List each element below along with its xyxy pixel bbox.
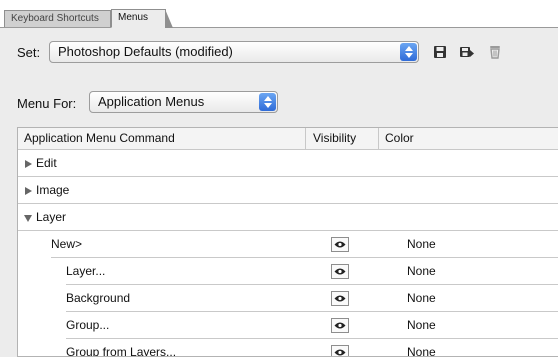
row-name: Layer xyxy=(36,210,67,224)
row-color[interactable]: None xyxy=(407,339,436,356)
disclosure-collapsed-icon[interactable] xyxy=(25,187,32,195)
table-header: Application Menu Command Visibility Colo… xyxy=(18,128,558,150)
save-set-icon[interactable] xyxy=(432,44,448,60)
disclosure-collapsed-icon[interactable] xyxy=(25,160,32,168)
set-label: Set: xyxy=(17,45,41,60)
table-row-layer-dialog[interactable]: Layer... None xyxy=(18,258,558,285)
table-row-group[interactable]: Group... None xyxy=(18,312,558,339)
dropdown-arrows-icon xyxy=(400,43,417,61)
row-name: Image xyxy=(36,183,70,197)
eye-icon xyxy=(334,295,346,302)
row-color[interactable]: None xyxy=(407,258,436,285)
visibility-toggle[interactable] xyxy=(331,345,349,356)
header-command[interactable]: Application Menu Command xyxy=(24,128,175,149)
tab-menus[interactable]: Menus xyxy=(111,9,173,28)
column-divider xyxy=(378,128,379,149)
eye-icon xyxy=(334,349,346,356)
row-color[interactable]: None xyxy=(407,285,436,312)
column-divider xyxy=(305,128,306,149)
visibility-toggle[interactable] xyxy=(331,291,349,306)
visibility-toggle[interactable] xyxy=(331,264,349,279)
table-row-background[interactable]: Background None xyxy=(18,285,558,312)
disclosure-expanded-icon[interactable] xyxy=(24,215,32,222)
dropdown-arrows-icon xyxy=(259,93,276,111)
save-set-as-icon[interactable] xyxy=(459,44,475,60)
row-name: Edit xyxy=(36,156,57,170)
row-name: Layer... xyxy=(66,264,106,278)
menu-for-label: Menu For: xyxy=(17,96,77,111)
row-name: Background xyxy=(66,291,131,305)
menu-command-table: Application Menu Command Visibility Colo… xyxy=(17,127,558,357)
eye-icon xyxy=(334,268,346,275)
set-dropdown-value: Photoshop Defaults (modified) xyxy=(58,44,233,59)
row-color[interactable]: None xyxy=(407,231,436,258)
header-color[interactable]: Color xyxy=(385,128,414,149)
visibility-toggle[interactable] xyxy=(331,237,349,252)
row-name: Group from Layers... xyxy=(66,345,177,357)
set-dropdown[interactable]: Photoshop Defaults (modified) xyxy=(49,41,419,63)
header-visibility[interactable]: Visibility xyxy=(313,128,356,149)
menu-for-dropdown-value: Application Menus xyxy=(98,94,205,109)
eye-icon xyxy=(334,241,346,248)
table-row-layer[interactable]: Layer xyxy=(18,204,558,231)
table-row-image[interactable]: Image xyxy=(18,177,558,204)
delete-set-icon[interactable] xyxy=(487,44,503,60)
row-name: New> xyxy=(51,237,83,251)
visibility-toggle[interactable] xyxy=(331,318,349,333)
table-row-edit[interactable]: Edit xyxy=(18,150,558,177)
menu-for-dropdown[interactable]: Application Menus xyxy=(89,91,278,113)
tab-keyboard-shortcuts[interactable]: Keyboard Shortcuts xyxy=(4,10,111,27)
table-row-group-from-layers[interactable]: Group from Layers... None xyxy=(18,339,558,357)
table-row-new[interactable]: New> None xyxy=(18,231,558,258)
tab-divider xyxy=(0,27,558,28)
row-name: Group... xyxy=(66,318,110,332)
eye-icon xyxy=(334,322,346,329)
row-color[interactable]: None xyxy=(407,312,436,339)
